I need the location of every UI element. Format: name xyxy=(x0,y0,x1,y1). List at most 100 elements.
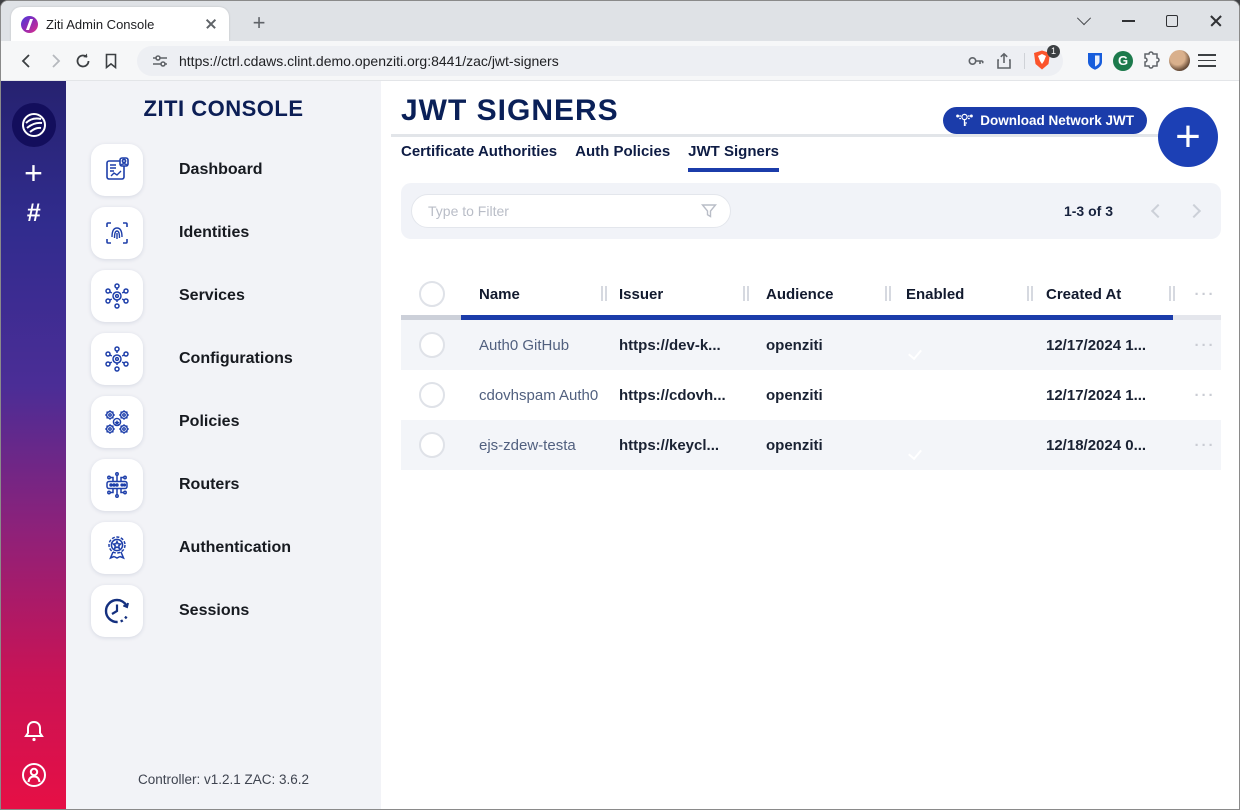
sidebar-item-identities[interactable]: Identities xyxy=(91,207,249,259)
table-row[interactable]: ejs-zdew-testa https://keycl... openziti… xyxy=(401,420,1221,470)
column-divider[interactable] xyxy=(885,286,891,301)
tab-title: Ziti Admin Console xyxy=(46,17,203,32)
cell-audience: openziti xyxy=(766,437,906,454)
row-select-radio[interactable] xyxy=(419,332,445,358)
download-network-jwt-button[interactable]: Download Network JWT xyxy=(943,107,1147,134)
cell-created-at: 12/17/2024 1... xyxy=(1046,337,1189,354)
ziti-logo-icon[interactable] xyxy=(12,103,56,147)
rail-hash-button[interactable]: # xyxy=(1,199,66,228)
sidebar-item-services[interactable]: Services xyxy=(91,270,245,322)
sidebar-item-configurations[interactable]: Configurations xyxy=(91,333,293,385)
toolbar-divider xyxy=(1024,53,1025,69)
row-select-radio[interactable] xyxy=(419,382,445,408)
cell-created-at: 12/17/2024 1... xyxy=(1046,387,1189,404)
funnel-icon[interactable] xyxy=(700,202,718,220)
browser-menu-icon[interactable] xyxy=(1193,47,1221,75)
table-row[interactable]: cdovhspam Auth0 https://cdovh... openzit… xyxy=(401,370,1221,420)
router-icon xyxy=(91,459,143,511)
browser-window: Ziti Admin Console + https://ctrl. xyxy=(0,0,1240,810)
rail-add-button[interactable]: + xyxy=(1,155,66,192)
column-header-created-at[interactable]: Created At xyxy=(1046,286,1189,303)
network-nodes-icon xyxy=(91,333,143,385)
new-tab-button[interactable]: + xyxy=(247,11,271,35)
cell-name[interactable]: cdovhspam Auth0 xyxy=(479,387,603,404)
previous-page-icon[interactable] xyxy=(1151,204,1165,218)
share-icon[interactable] xyxy=(990,47,1018,75)
next-page-icon[interactable] xyxy=(1187,204,1201,218)
gradient-rail: + # xyxy=(1,81,66,809)
tab-close-icon[interactable] xyxy=(203,16,219,32)
fingerprint-icon xyxy=(91,207,143,259)
header-menu-icon[interactable]: ··· xyxy=(1189,286,1221,303)
cell-created-at: 12/18/2024 0... xyxy=(1046,437,1189,454)
ziti-favicon-icon xyxy=(21,16,38,33)
table-header: Name Issuer Audience Enabled Created At … xyxy=(401,277,1221,311)
cell-name[interactable]: ejs-zdew-testa xyxy=(479,437,603,454)
profile-icon[interactable] xyxy=(1,761,66,789)
cell-name[interactable]: Auth0 GitHub xyxy=(479,337,603,354)
cell-issuer: https://keycl... xyxy=(619,437,766,454)
profile-avatar[interactable] xyxy=(1165,47,1193,75)
select-all-radio[interactable] xyxy=(419,281,445,307)
plus-icon: + xyxy=(24,155,43,192)
bitwarden-extension-icon[interactable] xyxy=(1081,47,1109,75)
row-menu-icon[interactable]: ··· xyxy=(1189,337,1221,354)
row-menu-icon[interactable]: ··· xyxy=(1189,437,1221,454)
column-header-enabled[interactable]: Enabled xyxy=(906,286,1046,303)
password-key-icon[interactable] xyxy=(962,47,990,75)
column-divider[interactable] xyxy=(1027,286,1033,301)
notifications-bell-icon[interactable] xyxy=(1,719,66,745)
column-divider[interactable] xyxy=(743,286,749,301)
back-button[interactable] xyxy=(13,47,41,75)
bookmark-icon[interactable] xyxy=(97,47,125,75)
add-jwt-signer-button[interactable]: + xyxy=(1158,107,1218,167)
window-close-button[interactable] xyxy=(1201,6,1231,36)
url-text[interactable]: https://ctrl.cdaws.clint.demo.openziti.o… xyxy=(179,53,962,69)
key-network-icon xyxy=(956,112,973,129)
filter-input[interactable] xyxy=(411,194,731,228)
section-tabs: Certificate Authorities Auth Policies JW… xyxy=(401,143,779,172)
column-divider[interactable] xyxy=(1169,286,1175,301)
sidebar-item-authentication[interactable]: Authentication xyxy=(91,522,291,574)
network-nodes-icon xyxy=(91,270,143,322)
browser-tab[interactable]: Ziti Admin Console xyxy=(11,7,229,41)
extensions-puzzle-icon[interactable] xyxy=(1137,47,1165,75)
header-divider xyxy=(391,134,1161,137)
sidebar-item-routers[interactable]: Routers xyxy=(91,459,239,511)
url-bar[interactable]: https://ctrl.cdaws.clint.demo.openziti.o… xyxy=(137,46,1063,76)
column-header-name[interactable]: Name xyxy=(479,286,619,303)
grammarly-extension-icon[interactable]: G xyxy=(1109,47,1137,75)
console-title: ZITI CONSOLE xyxy=(66,96,381,122)
jwt-signers-table: Name Issuer Audience Enabled Created At … xyxy=(401,277,1221,470)
row-menu-icon[interactable]: ··· xyxy=(1189,387,1221,404)
sidebar-item-sessions[interactable]: Sessions xyxy=(91,585,249,637)
filter-text-field[interactable] xyxy=(428,203,700,219)
column-divider[interactable] xyxy=(601,286,607,301)
header-underline-bar xyxy=(401,315,1221,320)
site-settings-icon[interactable] xyxy=(151,52,169,70)
table-row[interactable]: Auth0 GitHub https://dev-k... openziti 1… xyxy=(401,320,1221,370)
row-select-radio[interactable] xyxy=(419,432,445,458)
tab-auth-policies[interactable]: Auth Policies xyxy=(575,143,670,172)
window-maximize-button[interactable] xyxy=(1157,6,1187,36)
tab-search-icon[interactable] xyxy=(1069,6,1099,36)
forward-button[interactable] xyxy=(41,47,69,75)
cell-issuer: https://cdovh... xyxy=(619,387,766,404)
gears-icon xyxy=(91,396,143,448)
brave-shield-icon[interactable]: 1 xyxy=(1031,49,1055,73)
tab-jwt-signers[interactable]: JWT Signers xyxy=(688,143,779,172)
badge-star-icon xyxy=(91,522,143,574)
main-content: JWT SIGNERS Download Network JWT + Certi… xyxy=(381,81,1239,809)
cell-audience: openziti xyxy=(766,387,906,404)
browser-toolbar: https://ctrl.cdaws.clint.demo.openziti.o… xyxy=(1,41,1239,81)
dashboard-icon xyxy=(91,144,143,196)
sidebar-item-dashboard[interactable]: Dashboard xyxy=(91,144,263,196)
sidebar-item-policies[interactable]: Policies xyxy=(91,396,239,448)
clock-icon xyxy=(91,585,143,637)
version-footer: Controller: v1.2.1 ZAC: 3.6.2 xyxy=(66,772,381,787)
tab-certificate-authorities[interactable]: Certificate Authorities xyxy=(401,143,557,172)
window-minimize-button[interactable] xyxy=(1113,6,1143,36)
sidebar: ZITI CONSOLE Dashboard Identities xyxy=(66,81,381,809)
shield-badge: 1 xyxy=(1047,45,1060,58)
reload-button[interactable] xyxy=(69,47,97,75)
